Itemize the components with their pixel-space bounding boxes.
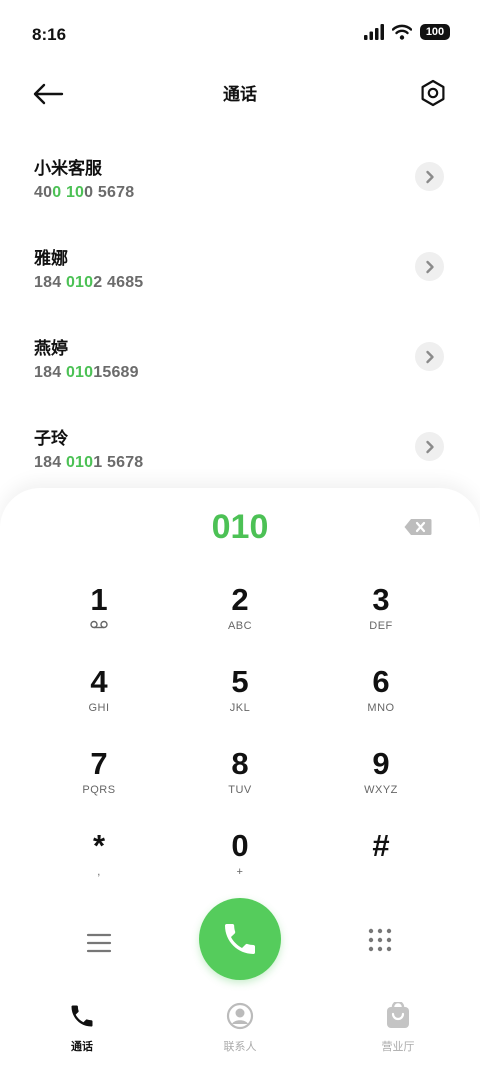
- key-6[interactable]: 6 MNO: [311, 665, 451, 737]
- menu-icon: [86, 933, 112, 953]
- contact-detail-button[interactable]: [415, 252, 444, 281]
- contact-match-list: 小米客服 400 100 5678 雅娜 184 0102 4685 燕婷 18…: [0, 140, 480, 500]
- status-time: 8:16: [32, 25, 67, 44]
- contact-row[interactable]: 小米客服 400 100 5678: [0, 140, 480, 230]
- tab-service-hall[interactable]: 营业厅: [348, 1000, 448, 1054]
- contact-row[interactable]: 雅娜 184 0102 4685: [0, 230, 480, 320]
- wifi-icon: [392, 24, 412, 40]
- key-8[interactable]: 8 TUV: [170, 747, 310, 819]
- chevron-right-icon: [425, 260, 434, 273]
- key-0[interactable]: 0 +: [170, 829, 310, 901]
- backspace-icon: [404, 519, 432, 535]
- key-hash[interactable]: #: [311, 829, 451, 901]
- phone-icon: [71, 1005, 93, 1027]
- tab-calls[interactable]: 通话: [32, 1000, 132, 1054]
- key-5[interactable]: 5 JKL: [170, 665, 310, 737]
- contact-name: 小米客服: [34, 159, 102, 179]
- menu-button[interactable]: [84, 928, 114, 958]
- header: 通话: [0, 70, 480, 120]
- key-3[interactable]: 3 DEF: [311, 583, 451, 655]
- chevron-right-icon: [425, 350, 434, 363]
- battery-indicator: 100: [420, 24, 450, 40]
- delete-button[interactable]: [404, 518, 432, 536]
- tab-label: 通话: [71, 1040, 93, 1053]
- service-hall-icon: [387, 1002, 409, 1028]
- settings-button[interactable]: [416, 76, 450, 110]
- key-7[interactable]: 7 PQRS: [29, 747, 169, 819]
- page-title: 通话: [223, 85, 257, 105]
- contacts-icon: [226, 1002, 254, 1030]
- status-icons: 100: [364, 24, 450, 40]
- contact-number: 400 100 5678: [34, 184, 135, 201]
- contact-number: 184 0102 4685: [34, 274, 144, 291]
- key-2[interactable]: 2 ABC: [170, 583, 310, 655]
- contact-name: 燕婷: [34, 339, 68, 359]
- chevron-right-icon: [425, 440, 434, 453]
- call-button[interactable]: [199, 898, 281, 980]
- settings-hexagon-icon: [421, 79, 445, 107]
- contact-detail-button[interactable]: [415, 432, 444, 461]
- chevron-right-icon: [425, 170, 434, 183]
- key-9[interactable]: 9 WXYZ: [311, 747, 451, 819]
- status-bar: 8:16 100: [0, 0, 480, 70]
- key-star[interactable]: * ,: [29, 829, 169, 901]
- tab-label: 营业厅: [381, 1040, 415, 1053]
- voicemail-icon: [90, 620, 108, 629]
- contact-name: 子玲: [34, 429, 68, 449]
- contact-number: 184 0101 5678: [34, 454, 144, 471]
- contact-row[interactable]: 燕婷 184 01015689: [0, 320, 480, 410]
- key-4[interactable]: 4 GHI: [29, 665, 169, 737]
- dialpad-sheet: 010 1 2 ABC 3 DEF 4 GHI 5 JKL 6 MNO 7 PQ…: [0, 488, 480, 1067]
- key-1[interactable]: 1: [29, 583, 169, 655]
- contact-detail-button[interactable]: [415, 342, 444, 371]
- tab-label: 联系人: [223, 1040, 257, 1053]
- contact-number: 184 01015689: [34, 364, 139, 381]
- bottom-tab-bar: 通话 联系人 营业厅: [0, 995, 480, 1067]
- phone-icon: [225, 924, 255, 954]
- signal-icon: [364, 24, 384, 40]
- contact-row[interactable]: 子玲 184 0101 5678: [0, 410, 480, 500]
- dialpad-icon: [368, 928, 392, 952]
- contact-detail-button[interactable]: [415, 162, 444, 191]
- keypad-toggle-button[interactable]: [365, 926, 395, 956]
- dial-actions: [0, 898, 480, 988]
- tab-contacts[interactable]: 联系人: [190, 1000, 290, 1054]
- contact-name: 雅娜: [34, 249, 68, 269]
